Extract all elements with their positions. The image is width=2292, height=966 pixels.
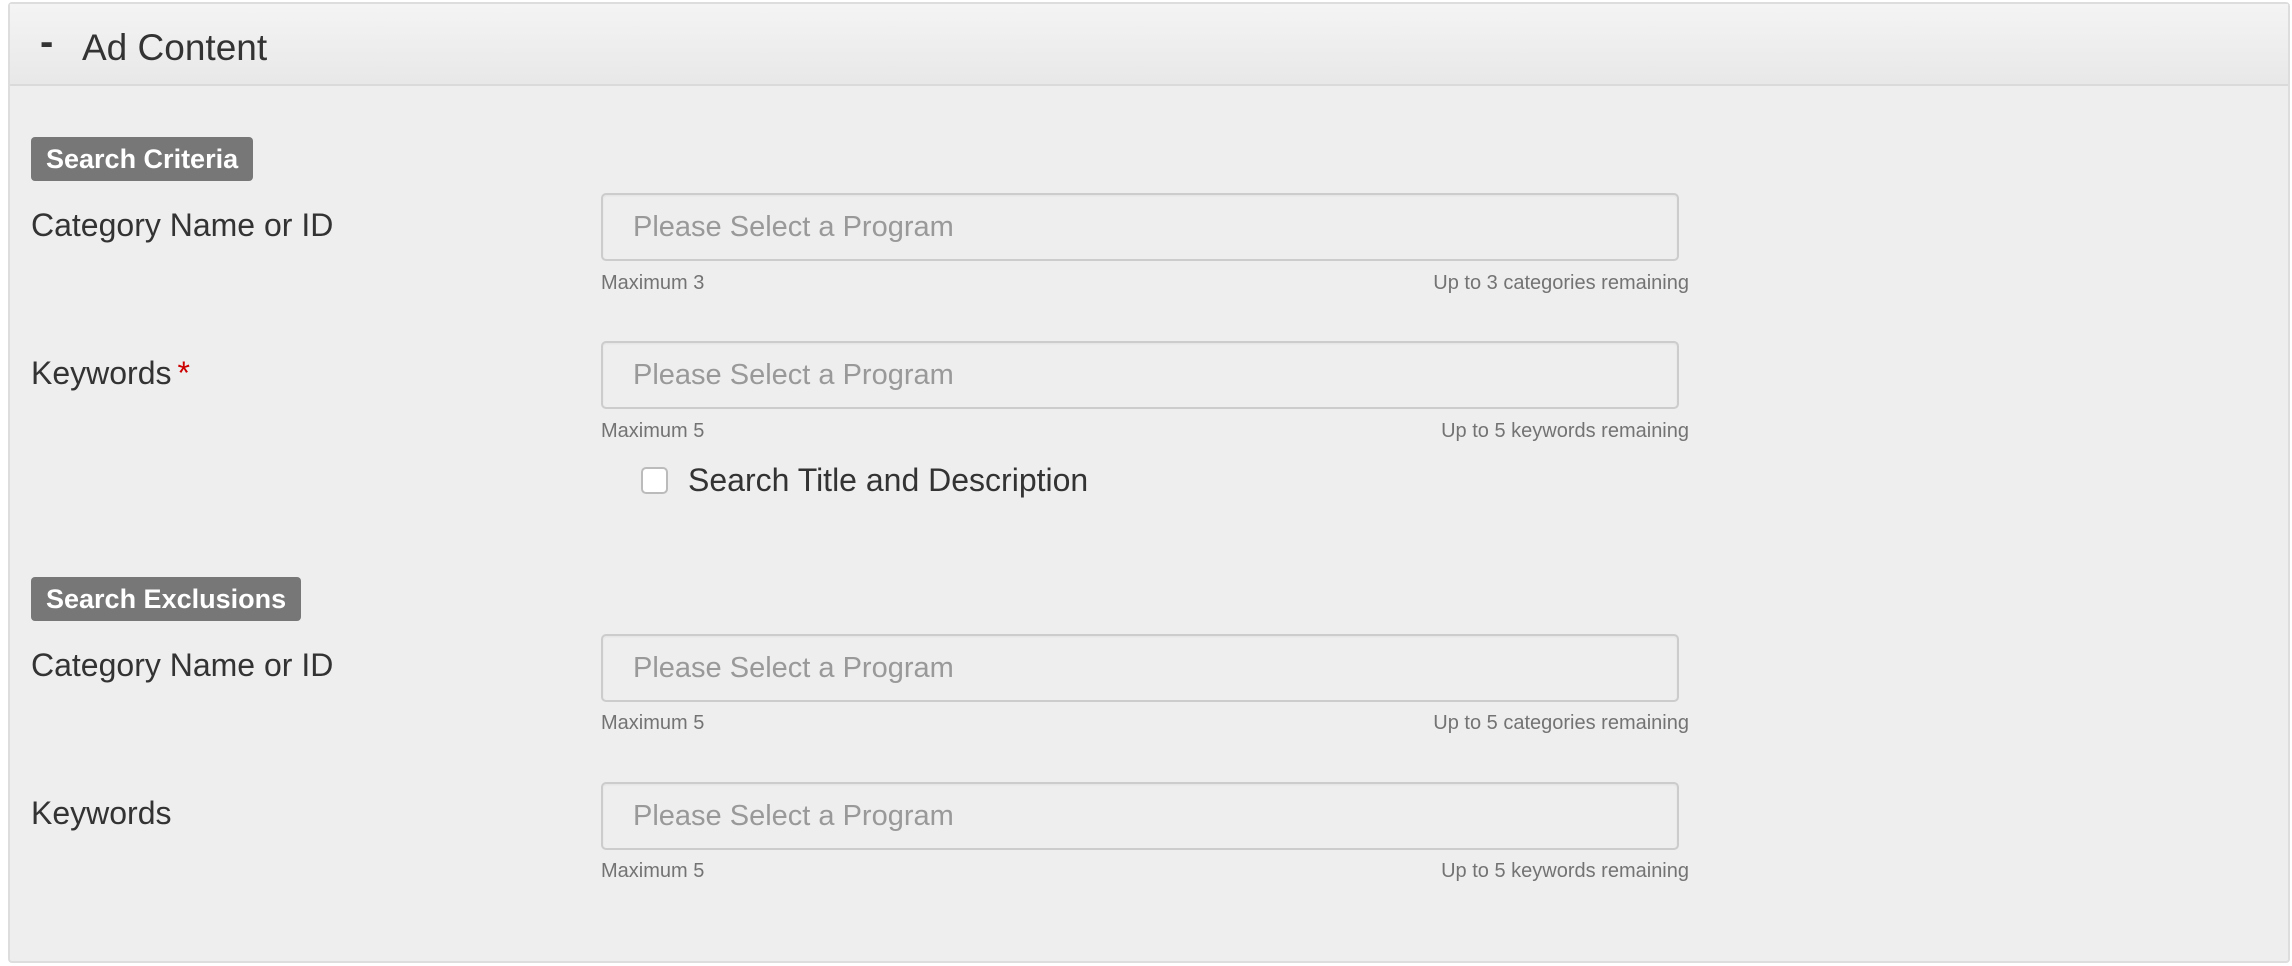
exclusions-keywords-input[interactable] [601,782,1679,850]
criteria-keywords-input[interactable] [601,341,1679,409]
criteria-category-max-help: Maximum 3 [601,272,705,294]
search-criteria-badge: Search Criteria [31,137,254,181]
criteria-keywords-remaining-help: Up to 5 keywords remaining [1441,420,1689,442]
exclusions-keywords-label: Keywords [31,795,172,831]
required-marker: * [177,355,190,391]
collapse-toggle-icon[interactable]: - [40,22,53,62]
criteria-category-label: Category Name or ID [31,207,334,243]
search-exclusions-badge: Search Exclusions [31,577,302,621]
search-title-description-checkbox[interactable] [641,466,668,494]
exclusions-category-label: Category Name or ID [31,647,334,683]
exclusions-category-max-help: Maximum 5 [601,712,705,734]
criteria-keywords-label-text: Keywords [31,355,172,391]
panel-title: Ad Content [82,27,268,68]
panel-header[interactable]: - Ad Content [10,4,2288,86]
exclusions-keywords-max-help: Maximum 5 [601,860,705,882]
search-title-description-row[interactable]: Search Title and Description [641,459,1088,501]
criteria-category-remaining-help: Up to 3 categories remaining [1433,272,1689,294]
exclusions-category-remaining-help: Up to 5 categories remaining [1433,712,1689,734]
criteria-keywords-max-help: Maximum 5 [601,420,705,442]
criteria-category-input[interactable] [601,193,1679,261]
search-title-description-label[interactable]: Search Title and Description [688,460,1088,500]
exclusions-category-input[interactable] [601,634,1679,702]
exclusions-keywords-remaining-help: Up to 5 keywords remaining [1441,860,1689,882]
criteria-keywords-label: Keywords * [31,353,190,393]
